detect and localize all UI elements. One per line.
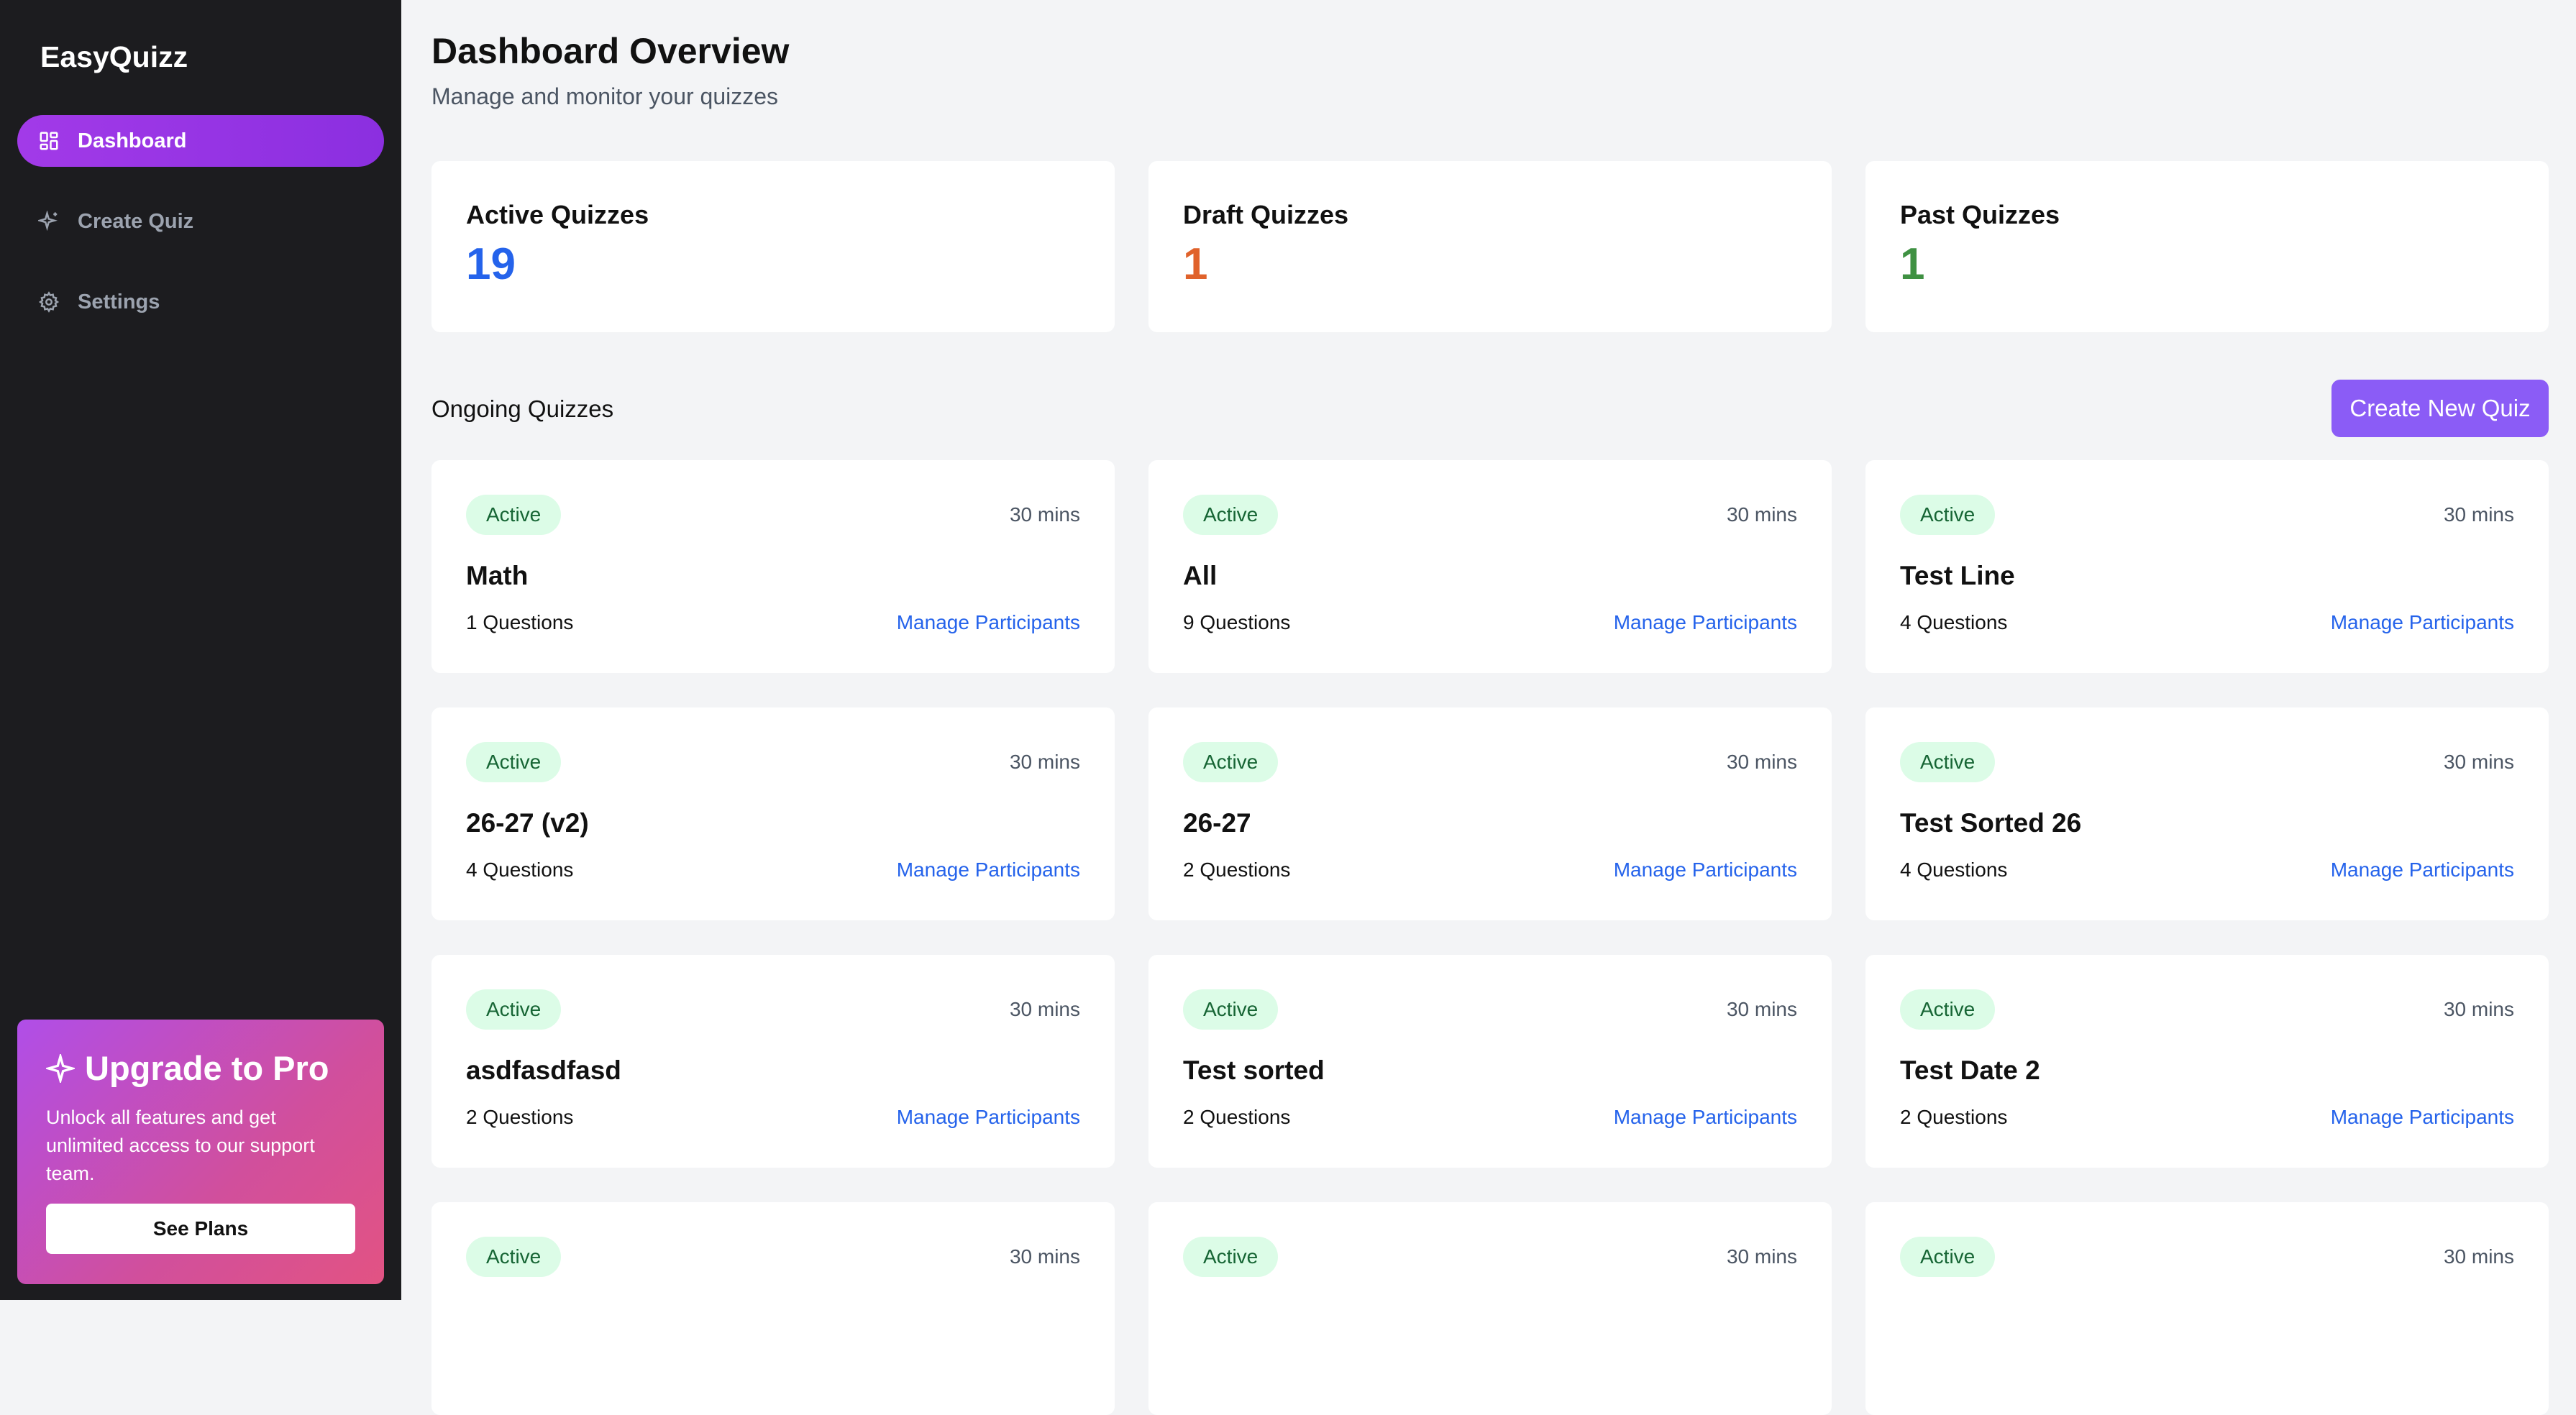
sidebar-item-label: Settings	[78, 290, 160, 313]
quiz-card[interactable]: Active 30 mins	[431, 1202, 1115, 1415]
quiz-duration: 30 mins	[1009, 998, 1080, 1020]
sparkle-icon	[46, 1053, 85, 1083]
create-new-quiz-button[interactable]: Create New Quiz	[2331, 380, 2549, 437]
main-content: Dashboard Overview Manage and monitor yo…	[401, 0, 2576, 1415]
stat-card-active: Active Quizzes 19	[431, 161, 1115, 332]
quiz-question-count: 4 Questions	[466, 858, 574, 881]
quiz-duration: 30 mins	[1726, 1245, 1797, 1268]
brand-logo: EasyQuizz	[40, 40, 188, 73]
manage-participants-link[interactable]: Manage Participants	[2331, 858, 2514, 881]
quiz-duration: 30 mins	[1009, 503, 1080, 526]
status-badge: Active	[1900, 1237, 1996, 1277]
quiz-title: Math	[466, 561, 529, 590]
quiz-duration: 30 mins	[2443, 503, 2514, 526]
quiz-duration: 30 mins	[1726, 751, 1797, 773]
quiz-title: Test Sorted 26	[1900, 808, 2082, 838]
quiz-question-count: 2 Questions	[1183, 1106, 1291, 1128]
quiz-card[interactable]: Active 30 mins	[1865, 1202, 2549, 1415]
quiz-question-count: 4 Questions	[1900, 611, 2008, 633]
manage-participants-link[interactable]: Manage Participants	[1614, 858, 1797, 881]
status-badge: Active	[1183, 495, 1279, 535]
upgrade-title: Upgrade to Pro	[85, 1049, 329, 1087]
manage-participants-link[interactable]: Manage Participants	[1614, 611, 1797, 634]
quiz-card[interactable]: Active 30 mins All 9 Questions Manage Pa…	[1148, 460, 1832, 673]
manage-participants-link[interactable]: Manage Participants	[1614, 1106, 1797, 1129]
quiz-duration: 30 mins	[1009, 751, 1080, 773]
quiz-card[interactable]: Active 30 mins 26-27 (v2) 4 Questions Ma…	[431, 708, 1115, 920]
manage-participants-link[interactable]: Manage Participants	[2331, 1106, 2514, 1129]
sidebar-item-dashboard[interactable]: Dashboard	[17, 115, 384, 167]
status-badge: Active	[466, 742, 562, 782]
quiz-card[interactable]: Active 30 mins Test Sorted 26 4 Question…	[1865, 708, 2549, 920]
section-title: Ongoing Quizzes	[431, 395, 614, 422]
quiz-card[interactable]: Active 30 mins Test sorted 2 Questions M…	[1148, 955, 1832, 1168]
manage-participants-link[interactable]: Manage Participants	[897, 611, 1080, 634]
stat-card-draft: Draft Quizzes 1	[1148, 161, 1832, 332]
quiz-title: All	[1183, 561, 1218, 590]
quiz-card[interactable]: Active 30 mins Math 1 Questions Manage P…	[431, 460, 1115, 673]
sparkle-icon	[37, 210, 60, 233]
status-badge: Active	[1183, 989, 1279, 1030]
status-badge: Active	[1183, 1237, 1279, 1277]
quiz-title: Test sorted	[1183, 1055, 1325, 1085]
stat-value: 1	[1900, 239, 1925, 289]
quiz-card[interactable]: Active 30 mins Test Date 2 2 Questions M…	[1865, 955, 2549, 1168]
upgrade-text: Unlock all features and get unlimited ac…	[46, 1107, 315, 1184]
status-badge: Active	[1183, 742, 1279, 782]
manage-participants-link[interactable]: Manage Participants	[897, 1106, 1080, 1129]
status-badge: Active	[1900, 989, 1996, 1030]
quiz-title: 26-27	[1183, 808, 1251, 838]
quiz-duration: 30 mins	[1726, 998, 1797, 1020]
quiz-card[interactable]: Active 30 mins	[1148, 1202, 1832, 1415]
quiz-duration: 30 mins	[1009, 1245, 1080, 1268]
quiz-question-count: 2 Questions	[1900, 1106, 2008, 1128]
stat-value: 1	[1183, 239, 1208, 289]
page-subtitle: Manage and monitor your quizzes	[431, 83, 779, 109]
sidebar-item-label: Dashboard	[78, 129, 187, 152]
manage-participants-link[interactable]: Manage Participants	[897, 858, 1080, 881]
page-title: Dashboard Overview	[431, 31, 790, 71]
quiz-duration: 30 mins	[1726, 503, 1797, 526]
quiz-title: Test Date 2	[1900, 1055, 2040, 1085]
stat-label: Past Quizzes	[1900, 200, 2060, 229]
manage-participants-link[interactable]: Manage Participants	[2331, 611, 2514, 634]
stat-value: 19	[466, 239, 516, 289]
sidebar: EasyQuizz Dashboard Create Quiz Settings	[0, 0, 401, 1300]
status-badge: Active	[1900, 495, 1996, 535]
quiz-question-count: 9 Questions	[1183, 611, 1291, 633]
quiz-card[interactable]: Active 30 mins 26-27 2 Questions Manage …	[1148, 708, 1832, 920]
quiz-title: Test Line	[1900, 561, 2015, 590]
quiz-question-count: 4 Questions	[1900, 858, 2008, 881]
grid-icon	[37, 129, 60, 152]
status-badge: Active	[1900, 742, 1996, 782]
quiz-question-count: 2 Questions	[466, 1106, 574, 1128]
status-badge: Active	[466, 989, 562, 1030]
sidebar-item-settings[interactable]: Settings	[17, 276, 384, 328]
status-badge: Active	[466, 495, 562, 535]
gear-icon	[37, 290, 60, 313]
sidebar-item-create-quiz[interactable]: Create Quiz	[17, 196, 384, 247]
stat-card-past: Past Quizzes 1	[1865, 161, 2549, 332]
quiz-duration: 30 mins	[2443, 998, 2514, 1020]
quiz-question-count: 2 Questions	[1183, 858, 1291, 881]
quiz-title: asdfasdfasd	[466, 1055, 621, 1085]
see-plans-button[interactable]: See Plans	[46, 1204, 355, 1254]
upgrade-card: Upgrade to Pro Unlock all features and g…	[17, 1020, 384, 1284]
quiz-question-count: 1 Questions	[466, 611, 574, 633]
quiz-card[interactable]: Active 30 mins asdfasdfasd 2 Questions M…	[431, 955, 1115, 1168]
status-badge: Active	[466, 1237, 562, 1277]
sidebar-item-label: Create Quiz	[78, 209, 194, 233]
quiz-card[interactable]: Active 30 mins Test Line 4 Questions Man…	[1865, 460, 2549, 673]
quiz-duration: 30 mins	[2443, 1245, 2514, 1268]
stat-label: Active Quizzes	[466, 200, 649, 229]
stat-label: Draft Quizzes	[1183, 200, 1349, 229]
quiz-title: 26-27 (v2)	[466, 808, 589, 838]
quiz-duration: 30 mins	[2443, 751, 2514, 773]
